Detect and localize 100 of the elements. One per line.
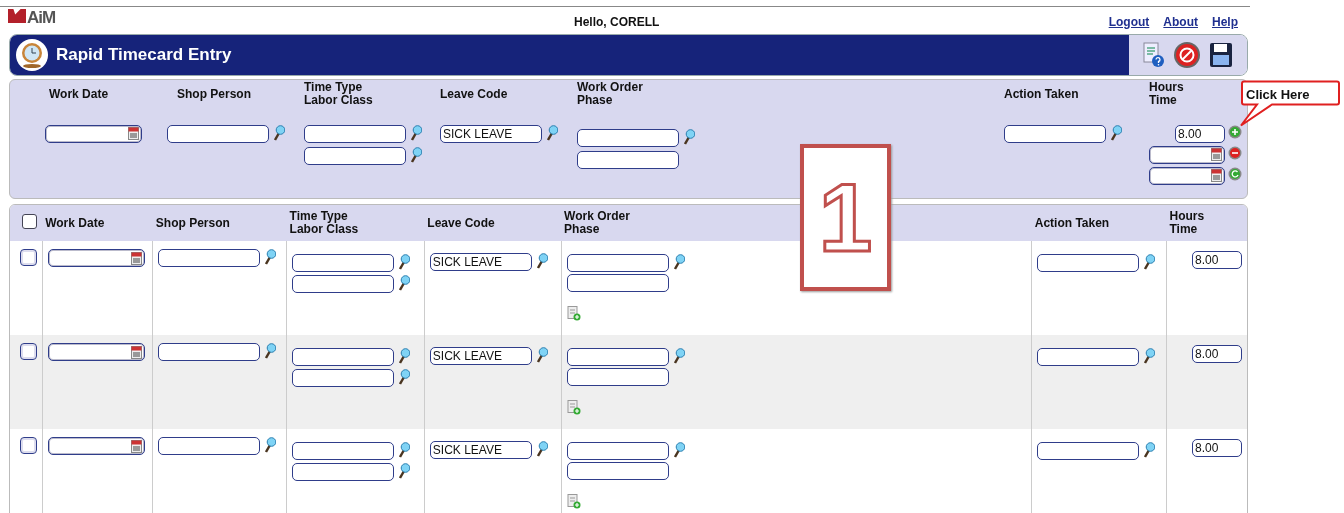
input-field[interactable] [566, 254, 669, 272]
input-field[interactable] [158, 249, 261, 267]
search-icon[interactable] [682, 128, 695, 145]
row-checkbox[interactable] [20, 437, 37, 454]
select-all-checkbox[interactable] [22, 214, 37, 229]
hours-field[interactable]: 8.00 [1192, 251, 1242, 269]
search-icon[interactable] [397, 348, 411, 364]
search-icon[interactable] [409, 124, 422, 141]
hours-field[interactable]: 8.00 [1175, 124, 1225, 143]
search-icon[interactable] [1142, 442, 1156, 458]
input-field[interactable] [566, 348, 669, 366]
column-label: Shop Person [176, 85, 252, 103]
help-document-icon[interactable] [1143, 42, 1165, 68]
column-label: Work Date [48, 85, 110, 103]
callout-text: Click Here [1246, 86, 1310, 104]
search-icon[interactable] [534, 347, 548, 363]
input-field[interactable] [1037, 348, 1140, 366]
search-icon[interactable] [1142, 254, 1156, 270]
column-header: Action Taken [1031, 205, 1167, 241]
input-field[interactable] [304, 124, 406, 143]
column-label: Action Taken [1004, 85, 1080, 103]
input-field[interactable] [158, 437, 261, 455]
input-field[interactable] [158, 343, 261, 361]
date-field[interactable] [47, 343, 145, 361]
input-field[interactable] [577, 128, 679, 147]
search-icon[interactable] [671, 254, 685, 270]
input-field[interactable] [577, 150, 679, 169]
date-field[interactable] [45, 124, 142, 143]
input-field[interactable] [1004, 124, 1106, 143]
calendar-icon[interactable] [130, 251, 142, 265]
date-field[interactable] [1149, 166, 1225, 185]
input-field[interactable] [1037, 442, 1140, 460]
input-field[interactable] [292, 348, 395, 366]
column-header: Leave Code [424, 205, 562, 241]
input-field[interactable] [292, 275, 395, 293]
input-field[interactable] [1037, 254, 1140, 272]
save-icon[interactable] [1209, 42, 1233, 68]
refresh-icon[interactable] [1228, 166, 1242, 181]
search-icon[interactable] [263, 249, 277, 265]
greeting-text: Hello, CORELL [574, 14, 660, 31]
input-field[interactable] [304, 146, 406, 165]
row-checkbox[interactable] [20, 343, 37, 360]
search-icon[interactable] [545, 124, 558, 141]
header-link[interactable]: Logout [1108, 13, 1150, 31]
search-icon[interactable] [397, 254, 411, 270]
search-icon[interactable] [534, 441, 548, 457]
search-icon[interactable] [671, 348, 685, 364]
date-field[interactable] [47, 249, 145, 267]
search-icon[interactable] [409, 146, 422, 163]
input-field[interactable]: SICK LEAVE [440, 124, 542, 143]
input-field[interactable] [292, 463, 395, 481]
input-field[interactable] [566, 442, 669, 460]
remove-icon[interactable] [1228, 145, 1242, 160]
search-icon[interactable] [263, 343, 277, 359]
search-icon[interactable] [1109, 124, 1122, 141]
search-icon[interactable] [272, 124, 285, 141]
input-field[interactable] [566, 274, 669, 292]
input-field[interactable] [292, 369, 395, 387]
search-icon[interactable] [397, 442, 411, 458]
column-header: Time Type Labor Class [286, 205, 425, 241]
hours-field[interactable]: 8.00 [1192, 345, 1242, 363]
input-field[interactable] [566, 462, 669, 480]
document-add-icon[interactable] [566, 494, 581, 509]
document-add-icon[interactable] [566, 400, 581, 415]
column-label: Time Type Labor Class [304, 80, 374, 108]
hours-field[interactable]: 8.00 [1192, 439, 1242, 457]
row-checkbox[interactable] [20, 249, 37, 266]
input-field[interactable] [292, 442, 395, 460]
column-label: Work Order Phase [577, 80, 644, 108]
cancel-icon[interactable] [1173, 41, 1201, 69]
search-icon[interactable] [397, 369, 411, 385]
page-title: Rapid Timecard Entry [56, 44, 232, 67]
logo: AiM [8, 8, 56, 27]
calendar-icon[interactable] [130, 345, 142, 359]
calendar-icon[interactable] [128, 127, 139, 140]
document-add-icon[interactable] [566, 306, 581, 321]
add-icon[interactable] [1228, 124, 1242, 139]
search-icon[interactable] [1142, 348, 1156, 364]
header-link[interactable]: About [1163, 13, 1198, 31]
input-field[interactable]: SICK LEAVE [429, 441, 532, 459]
input-field[interactable]: SICK LEAVE [429, 253, 532, 271]
search-icon[interactable] [534, 253, 548, 269]
date-field[interactable] [1149, 145, 1225, 164]
input-field[interactable] [292, 254, 395, 272]
search-icon[interactable] [263, 437, 277, 453]
search-icon[interactable] [397, 463, 411, 479]
calendar-icon[interactable] [1211, 148, 1222, 161]
column-header: Shop Person [152, 205, 287, 241]
input-field[interactable]: SICK LEAVE [429, 347, 532, 365]
input-field[interactable] [566, 368, 669, 386]
input-field[interactable] [167, 124, 269, 143]
column-label: Hours Time [1149, 80, 1185, 108]
search-icon[interactable] [397, 275, 411, 291]
header-link[interactable]: Help [1212, 13, 1238, 31]
calendar-icon[interactable] [130, 439, 142, 453]
column-label: Leave Code [440, 85, 509, 103]
column-header: Work Date [42, 205, 153, 241]
date-field[interactable] [47, 437, 145, 455]
calendar-icon[interactable] [1211, 169, 1222, 182]
search-icon[interactable] [671, 442, 685, 458]
